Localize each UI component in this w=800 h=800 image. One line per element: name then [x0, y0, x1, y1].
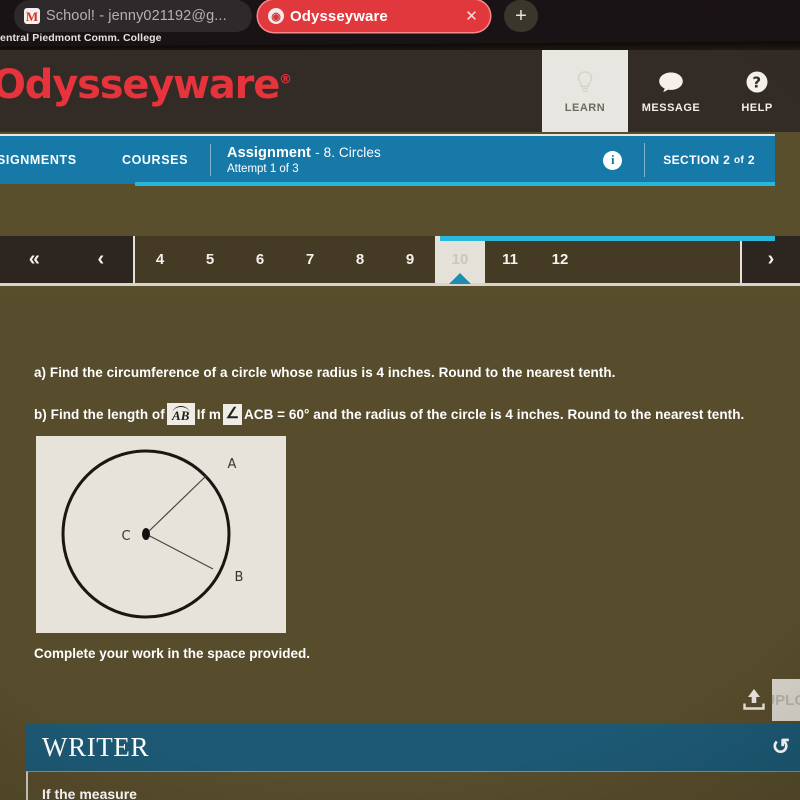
browser-tabstrip: M School! - jenny021192@g... ◉ Odysseywa… — [0, 0, 800, 34]
arc-ab-image: AB — [166, 403, 195, 425]
angle-symbol-image: ∠ — [222, 403, 242, 425]
next-page-button[interactable]: › — [740, 236, 800, 283]
app-header: Odysseyware® LEARN MESSAGE ? HELP — [0, 50, 800, 132]
label-a: A — [228, 457, 237, 472]
assignment-bar-right: i SECTION 2 of 2 — [581, 136, 775, 184]
question-a-text: a) Find the circumference of a circle wh… — [34, 365, 616, 380]
nav-courses[interactable]: COURSES — [100, 136, 210, 184]
browser-tab-school[interactable]: M School! - jenny021192@g... — [14, 0, 252, 32]
lightbulb-icon — [575, 69, 595, 95]
section-indicator: SECTION 2 of 2 — [644, 143, 775, 177]
assignment-info: Assignment - 8. Circles Attempt 1 of 3 — [211, 136, 581, 184]
previous-page-button[interactable]: ‹ — [98, 248, 105, 271]
assignment-title-label: Assignment — [227, 145, 311, 161]
browser-chrome: M School! - jenny021192@g... ◉ Odysseywa… — [0, 0, 800, 46]
section-of: of — [733, 154, 745, 166]
browser-tab-title: Odysseyware — [290, 7, 388, 25]
label-b: B — [235, 570, 244, 585]
page-button-4[interactable]: 4 — [135, 236, 185, 283]
odysseyware-logo[interactable]: Odysseyware® — [0, 62, 292, 108]
screenshot-root: M School! - jenny021192@g... ◉ Odysseywa… — [0, 0, 800, 800]
header-button-label: MESSAGE — [641, 101, 701, 114]
page-button-8[interactable]: 8 — [335, 236, 385, 283]
gmail-icon: M — [24, 8, 40, 24]
nav-assignments[interactable]: SSIGNMENTS — [0, 136, 100, 184]
question-content: a) Find the circumference of a circle wh… — [0, 289, 800, 800]
registered-mark: ® — [279, 72, 292, 88]
question-circle-icon: ? — [745, 69, 769, 95]
assignment-attempt: Attempt 1 of 3 — [227, 163, 299, 175]
pager-accent — [440, 236, 775, 241]
page-button-9[interactable]: 9 — [385, 236, 435, 283]
header-button-learn[interactable]: LEARN — [542, 50, 628, 132]
page-button-6[interactable]: 6 — [235, 236, 285, 283]
writer-textarea[interactable]: If the measure — [26, 771, 800, 800]
header-button-label: HELP — [741, 101, 773, 114]
first-page-button[interactable]: « — [29, 248, 40, 271]
pager-arrows: « ‹ — [0, 236, 135, 283]
upload-icon[interactable] — [740, 686, 768, 714]
assignment-title: Assignment - 8. Circles — [227, 145, 581, 161]
browser-tab-title: School! - jenny021192@g... — [46, 8, 227, 24]
page-button-12[interactable]: 12 — [535, 236, 585, 283]
close-icon[interactable]: ✕ — [463, 8, 480, 25]
header-button-label: LEARN — [564, 101, 606, 114]
header-button-message[interactable]: MESSAGE — [628, 50, 714, 132]
writer-text-value: If the measure — [42, 786, 137, 800]
label-c: C — [121, 529, 130, 544]
reset-icon[interactable]: ↺ — [772, 734, 790, 760]
page-button-5[interactable]: 5 — [185, 236, 235, 283]
pager-numbers: 4 5 6 7 8 9 10 11 12 — [135, 236, 740, 283]
new-tab-button[interactable]: + — [504, 0, 538, 32]
header-button-help[interactable]: ? HELP — [714, 50, 800, 132]
question-b-text: b) Find the length of AB If m ∠ ACB = 60… — [34, 403, 744, 425]
circle-diagram: C A B — [36, 436, 286, 633]
writer-header: WRITER ↺ — [26, 723, 800, 771]
upload-button[interactable]: UPLOAD — [772, 679, 800, 721]
header-actions: LEARN MESSAGE ? HELP — [542, 50, 800, 132]
question-b-part2: If m — [196, 406, 221, 422]
odysseyware-app: Odysseyware® LEARN MESSAGE ? HELP SIGNME… — [0, 50, 800, 800]
work-instruction: Complete your work in the space provided… — [34, 646, 311, 661]
speech-bubble-icon — [658, 69, 684, 95]
page-button-7[interactable]: 7 — [285, 236, 335, 283]
assignment-bar: SSIGNMENTS COURSES Assignment - 8. Circl… — [0, 134, 775, 184]
assignment-title-value: - 8. Circles — [315, 145, 381, 160]
odysseyware-icon: ◉ — [268, 8, 284, 24]
question-b-part3: ACB = 60° and the radius of the circle i… — [243, 406, 745, 422]
question-b-part1: b) Find the length of — [34, 406, 165, 422]
section-suffix: 2 — [747, 153, 755, 167]
page-button-11[interactable]: 11 — [485, 236, 535, 283]
logo-text: Odysseyware — [0, 62, 280, 108]
writer-title: WRITER — [42, 731, 150, 762]
page-button-10-current[interactable]: 10 — [435, 236, 485, 283]
page-pagination: « ‹ 4 5 6 7 8 9 10 11 12 › — [0, 236, 800, 286]
info-icon[interactable]: i — [603, 150, 623, 170]
browser-tab-odysseyware[interactable]: ◉ Odysseyware ✕ — [258, 0, 490, 32]
section-prefix: SECTION 2 — [663, 153, 731, 167]
bookmark-item-cpcc[interactable]: entral Piedmont Comm. College — [0, 32, 162, 44]
assignment-bar-accent — [135, 182, 775, 186]
svg-text:?: ? — [752, 73, 761, 91]
